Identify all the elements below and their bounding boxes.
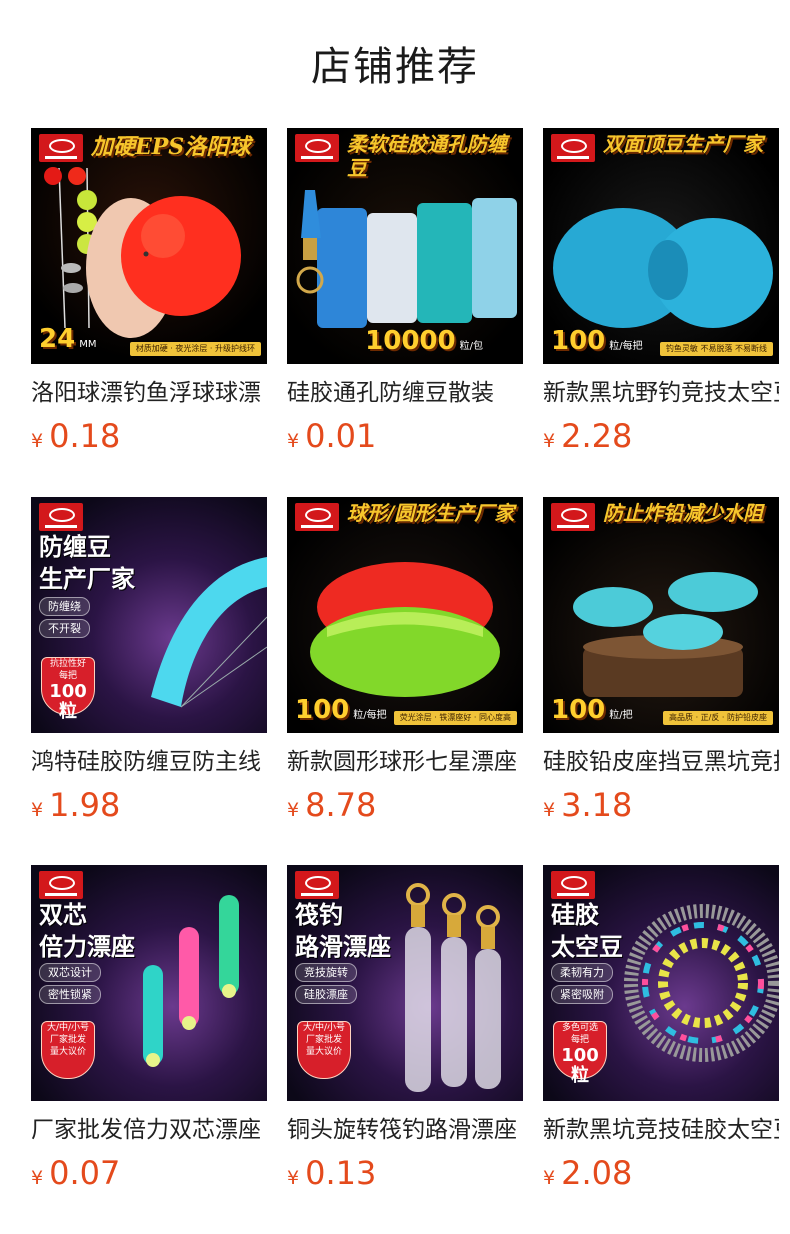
product-image[interactable]: 柔软硅胶通孔防缠豆 10000 粒/包 [287,128,523,364]
image-count: 100 粒/每把 [551,326,643,356]
product-image[interactable]: 加硬EPS洛阳球 24 MM 材质加硬 · 夜光涂层 · 升级护线环 [31,128,267,364]
section-header: 店铺推荐 [0,34,790,92]
price-value: 2.08 [561,1154,633,1192]
currency-symbol: ¥ [287,430,300,452]
product-title[interactable]: 鸿特硅胶防缠豆防主线 [31,747,267,777]
product-price: ¥2.28 [543,418,779,460]
product-image[interactable]: 硅胶 太空豆 柔韧有力 紧密吸附 多色可选 每把 100粒 [543,865,779,1101]
product-card[interactable]: 防缠豆 生产厂家 防缠绕 不开裂 抗拉性好 每把 100粒 鸿特硅胶防缠豆防主线 ¥… [31,497,267,829]
product-card[interactable]: 双面顶豆生产厂家 100 粒/每把 钓鱼灵敏 不易脱落 不易断线 新款黑坑野钓竞技… [543,128,779,460]
price-value: 8.78 [305,786,377,824]
price-value: 2.28 [561,417,633,455]
product-price: ¥2.08 [543,1155,779,1197]
product-image[interactable]: 球形/圆形生产厂家 100 粒/每把 荧光涂层 · 铁漂座好 · 同心度高 [287,497,523,733]
product-title[interactable]: 硅胶通孔防缠豆散装 [287,378,523,408]
image-footer: 材质加硬 · 夜光涂层 · 升级护线环 [129,342,261,356]
beads-illustration [151,557,267,708]
image-count: 100 粒/把 [551,695,633,725]
currency-symbol: ¥ [287,799,300,821]
float-seats-illustration [143,895,239,1067]
product-card[interactable]: 加硬EPS洛阳球 24 MM 材质加硬 · 夜光涂层 · 升级护线环 洛阳球漂钓… [31,128,267,460]
currency-symbol: ¥ [543,1167,556,1189]
product-card[interactable]: 防止炸铅减少水阻 100 粒/把 高品质 · 正/反 · 防护铅皮座 硅胶铅皮座挡… [543,497,779,829]
product-card[interactable]: 双芯 倍力漂座 双芯设计 密性锁紧 大/中/小号 厂家批发 量大议价 厂家批发倍力双… [31,865,267,1197]
image-footer: 钓鱼灵敏 不易脱落 不易断线 [659,342,773,356]
product-price: ¥0.18 [31,418,267,460]
price-value: 0.13 [305,1154,377,1192]
product-title[interactable]: 新款圆形球形七星漂座 [287,747,523,777]
price-value: 0.18 [49,417,121,455]
product-price: ¥0.07 [31,1155,267,1197]
product-card[interactable]: 硅胶 太空豆 柔韧有力 紧密吸附 多色可选 每把 100粒 新款黑坑竞技硅胶太空豆 … [543,865,779,1197]
image-size-label: 24 MM [39,324,97,354]
product-price: ¥1.98 [31,787,267,829]
currency-symbol: ¥ [287,1167,300,1189]
product-title[interactable]: 新款黑坑野钓竞技太空豆 [543,378,779,408]
product-price: ¥8.78 [287,787,523,829]
product-image[interactable]: 防缠豆 生产厂家 防缠绕 不开裂 抗拉性好 每把 100粒 [31,497,267,733]
price-value: 0.07 [49,1154,121,1192]
price-value: 3.18 [561,786,633,824]
image-count: 100 粒/每把 [295,695,387,725]
product-image[interactable]: 双芯 倍力漂座 双芯设计 密性锁紧 大/中/小号 厂家批发 量大议价 [31,865,267,1101]
section-title: 店铺推荐 [311,44,479,90]
currency-symbol: ¥ [543,430,556,452]
product-card[interactable]: 球形/圆形生产厂家 100 粒/每把 荧光涂层 · 铁漂座好 · 同心度高 新款圆… [287,497,523,829]
image-count: 10000 粒/包 [365,326,483,356]
product-title[interactable]: 厂家批发倍力双芯漂座 [31,1115,267,1145]
space-beads-wheel-illustration [624,904,779,1062]
product-title[interactable]: 铜头旋转筏钓路滑漂座 [287,1115,523,1145]
product-card[interactable]: 柔软硅胶通孔防缠豆 10000 粒/包 硅胶通孔防缠豆散装 ¥0.01 [287,128,523,460]
currency-symbol: ¥ [31,430,44,452]
product-image[interactable]: 双面顶豆生产厂家 100 粒/每把 钓鱼灵敏 不易脱落 不易断线 [543,128,779,364]
product-image[interactable]: 筏钓 路滑漂座 竞技旋转 硅胶漂座 大/中/小号 厂家批发 量大议价 [287,865,523,1101]
currency-symbol: ¥ [543,799,556,821]
product-title[interactable]: 洛阳球漂钓鱼浮球球漂 [31,378,267,408]
product-card[interactable]: 筏钓 路滑漂座 竞技旋转 硅胶漂座 大/中/小号 厂家批发 量大议价 铜头旋转筏钓路… [287,865,523,1197]
image-footer: 高品质 · 正/反 · 防护铅皮座 [663,711,773,725]
price-value: 0.01 [305,417,377,455]
price-value: 1.98 [49,786,121,824]
currency-symbol: ¥ [31,799,44,821]
product-price: ¥0.01 [287,418,523,460]
currency-symbol: ¥ [31,1167,44,1189]
image-footer: 荧光涂层 · 铁漂座好 · 同心度高 [393,711,517,725]
product-price: ¥3.18 [543,787,779,829]
product-image[interactable]: 防止炸铅减少水阻 100 粒/把 高品质 · 正/反 · 防护铅皮座 [543,497,779,733]
product-title[interactable]: 新款黑坑竞技硅胶太空豆 [543,1115,779,1145]
swivel-seats-illustration [405,883,501,1092]
product-price: ¥0.13 [287,1155,523,1197]
product-title[interactable]: 硅胶铅皮座挡豆黑坑竞技 [543,747,779,777]
